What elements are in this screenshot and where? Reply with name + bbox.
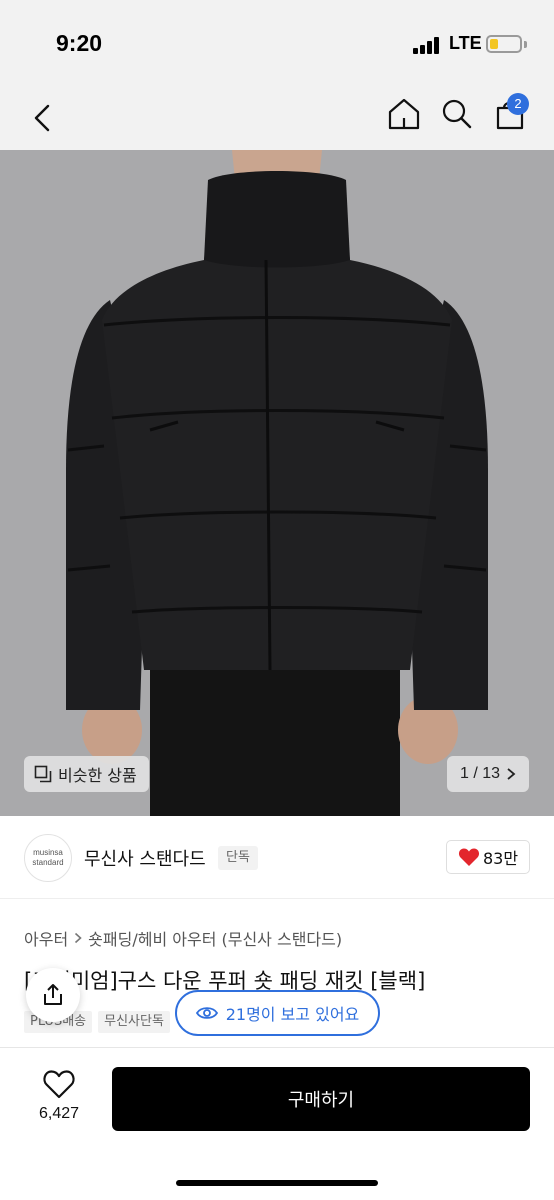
- chevron-left-icon[interactable]: [26, 96, 62, 140]
- wish-count: 6,427: [38, 1105, 80, 1122]
- buy-button[interactable]: 구매하기: [112, 1067, 530, 1131]
- top-nav: [0, 88, 554, 150]
- divider: [0, 898, 554, 899]
- product-photo: [0, 150, 554, 816]
- brand-like-button[interactable]: 83만: [446, 840, 530, 874]
- chevron-right-icon: [75, 932, 82, 944]
- status-bar: 9:20 LTE: [0, 0, 554, 88]
- bottom-bar-divider: [0, 1047, 554, 1048]
- battery-icon: [486, 35, 522, 53]
- brand-like-count: 83만: [482, 849, 519, 868]
- chevron-right-icon: [507, 768, 516, 780]
- heart-outline-icon[interactable]: [42, 1068, 76, 1100]
- network-label: LTE: [449, 33, 482, 53]
- cart-badge: 2: [507, 93, 529, 115]
- brand-logo-line1: musinsa: [33, 848, 63, 857]
- page-indicator-label: 1 / 13: [459, 765, 501, 782]
- heart-filled-icon: [458, 848, 479, 866]
- copy-icon: [34, 765, 52, 783]
- share-button[interactable]: [26, 968, 80, 1022]
- search-icon[interactable]: [437, 94, 477, 134]
- battery-cap: [524, 41, 527, 48]
- exclusive-badge: 단독: [218, 846, 258, 870]
- battery-level: [490, 39, 498, 49]
- breadcrumb-item[interactable]: 숏패딩/헤비 아우터 (무신사 스탠다드): [88, 926, 342, 950]
- status-time: 9:20: [56, 30, 103, 56]
- product-image[interactable]: [0, 150, 554, 816]
- home-indicator: [176, 1180, 378, 1186]
- product-tag: 무신사단독: [98, 1011, 170, 1033]
- signal-icon: [413, 36, 443, 54]
- page-indicator[interactable]: 1 / 13: [447, 756, 529, 792]
- breadcrumb-item[interactable]: 아우터: [24, 926, 68, 950]
- viewers-text: 21명이 보고 있어요: [225, 1005, 360, 1024]
- eye-icon: [195, 1007, 218, 1019]
- brand-logo[interactable]: musinsa standard: [24, 834, 72, 882]
- similar-products-button[interactable]: 비슷한 상품: [24, 756, 149, 792]
- similar-products-label: 비슷한 상품: [58, 766, 137, 785]
- viewers-indicator: 21명이 보고 있어요: [175, 990, 380, 1036]
- home-icon[interactable]: [384, 94, 424, 134]
- brand-name[interactable]: 무신사 스탠다드: [84, 845, 206, 871]
- brand-logo-line2: standard: [32, 858, 64, 867]
- breadcrumb: 아우터 숏패딩/헤비 아우터 (무신사 스탠다드): [24, 926, 342, 950]
- share-icon: [44, 984, 62, 1005]
